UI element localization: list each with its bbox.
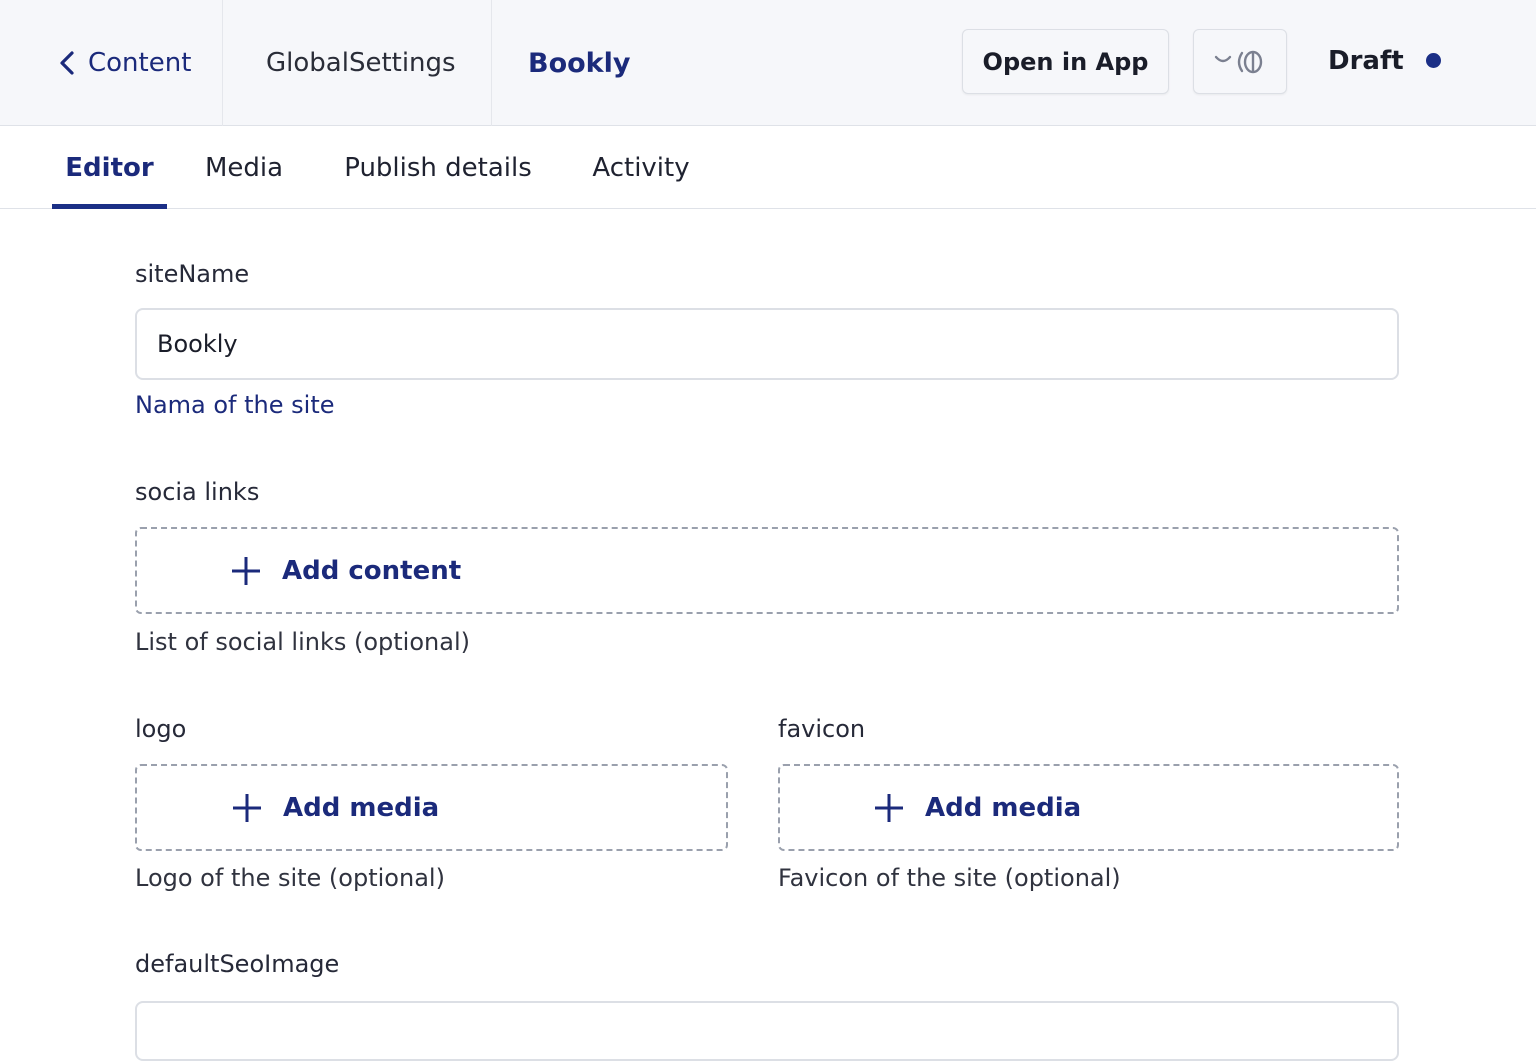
active-tab-indicator: [52, 204, 167, 209]
tab-activity[interactable]: Activity: [578, 126, 704, 209]
site-name-label: siteName: [135, 260, 250, 288]
view-toggle-button[interactable]: [1193, 29, 1287, 94]
breadcrumb-divider: [491, 0, 492, 126]
document-status: Draft: [1328, 46, 1404, 76]
document-header: Content GlobalSettings Bookly Open in Ap…: [0, 0, 1536, 126]
add-favicon-media-label: Add media: [925, 792, 1082, 823]
eye-split-icon: [1214, 50, 1263, 73]
add-logo-media-button[interactable]: Add media: [135, 764, 728, 851]
favicon-label: favicon: [778, 715, 866, 743]
document-title: Bookly: [528, 47, 631, 79]
favicon-help: Favicon of the site (optional): [778, 864, 1121, 892]
site-name-input[interactable]: [135, 308, 1399, 380]
breadcrumb-divider: [222, 0, 223, 126]
site-name-help: Nama of the site: [135, 391, 335, 419]
social-links-help: List of social links (optional): [135, 628, 470, 656]
plus-icon: [233, 793, 261, 822]
default-seo-image-field[interactable]: [135, 1001, 1399, 1061]
open-in-app-label: Open in App: [982, 47, 1149, 76]
tab-publish-details[interactable]: Publish details: [330, 126, 546, 209]
add-logo-media-label: Add media: [283, 792, 440, 823]
logo-label: logo: [135, 715, 187, 743]
plus-icon: [232, 556, 260, 585]
plus-icon: [875, 793, 903, 822]
logo-help: Logo of the site (optional): [135, 864, 445, 892]
social-links-label: socia links: [135, 478, 260, 506]
tab-media[interactable]: Media: [190, 126, 298, 209]
tab-editor[interactable]: Editor: [52, 126, 167, 209]
default-seo-image-label: defaultSeoImage: [135, 950, 340, 978]
back-to-content-link[interactable]: Content: [58, 0, 191, 126]
chevron-left-icon: [60, 51, 74, 75]
back-link-label: Content: [88, 48, 192, 78]
status-indicator-dot: [1426, 53, 1441, 68]
add-content-button[interactable]: Add content: [135, 527, 1399, 614]
editor-tabs: Editor Media Publish details Activity: [0, 126, 1536, 209]
breadcrumb-document-type[interactable]: GlobalSettings: [266, 0, 456, 126]
open-in-app-button[interactable]: Open in App: [962, 29, 1169, 94]
add-favicon-media-button[interactable]: Add media: [778, 764, 1399, 851]
add-content-label: Add content: [282, 555, 462, 586]
